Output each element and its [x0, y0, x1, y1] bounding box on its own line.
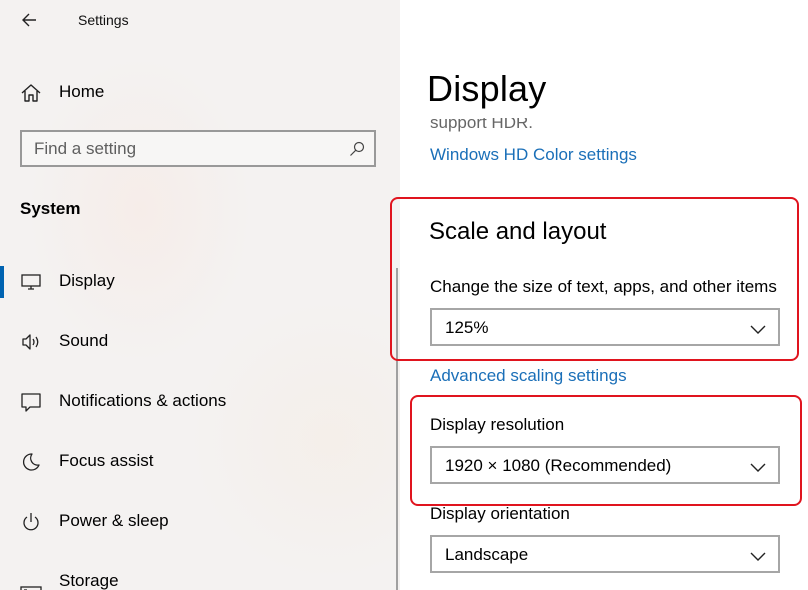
back-button[interactable] — [16, 6, 44, 34]
navigation-pane: Settings Home System Display Sound Notif… — [0, 0, 400, 590]
display-resolution-label: Display resolution — [430, 415, 565, 434]
moon-icon — [20, 451, 42, 473]
sidebar-item-label: Focus assist — [59, 451, 154, 470]
chevron-down-icon — [750, 549, 766, 567]
home-nav-item[interactable]: Home — [0, 72, 380, 112]
section-title: System — [20, 199, 81, 218]
orientation-value: Landscape — [445, 545, 529, 564]
scale-value: 125% — [445, 318, 489, 337]
search-box[interactable] — [20, 130, 376, 167]
sidebar-item-display[interactable]: Display — [0, 260, 380, 304]
resolution-value: 1920 × 1080 (Recommended) — [445, 456, 672, 475]
sidebar-item-label: Storage — [59, 571, 119, 590]
speaker-icon — [20, 331, 42, 353]
orientation-dropdown[interactable]: Landscape — [430, 535, 780, 573]
sidebar-item-label: Display — [59, 271, 115, 290]
sidebar-item-power-sleep[interactable]: Power & sleep — [0, 500, 380, 544]
sidebar-item-notifications[interactable]: Notifications & actions — [0, 380, 380, 424]
display-orientation-label: Display orientation — [430, 504, 570, 523]
sidebar-item-label: Notifications & actions — [59, 391, 227, 410]
scrollbar[interactable] — [396, 268, 398, 590]
sidebar-item-storage[interactable]: Storage — [0, 560, 380, 590]
scale-dropdown[interactable]: 125% — [430, 308, 780, 346]
search-icon[interactable] — [348, 140, 366, 163]
chevron-down-icon — [750, 460, 766, 478]
active-indicator — [0, 266, 4, 298]
sidebar-item-label: Sound — [59, 331, 109, 350]
search-input[interactable] — [34, 138, 334, 160]
window-title: Settings — [78, 12, 129, 28]
home-icon — [20, 82, 42, 109]
sidebar-item-sound[interactable]: Sound — [0, 320, 380, 364]
chevron-down-icon — [750, 322, 766, 340]
sidebar-item-focus-assist[interactable]: Focus assist — [0, 440, 380, 484]
title-bar: Settings — [0, 0, 400, 40]
resolution-dropdown[interactable]: 1920 × 1080 (Recommended) — [430, 446, 780, 484]
page-title: Display — [427, 68, 547, 109]
text-size-label: Change the size of text, apps, and other… — [430, 277, 777, 296]
windows-hd-color-settings-link[interactable]: Windows HD Color settings — [430, 145, 637, 165]
power-icon — [20, 511, 42, 533]
scale-layout-heading: Scale and layout — [429, 218, 607, 245]
notification-icon — [20, 391, 42, 413]
back-arrow-icon — [16, 6, 44, 34]
advanced-scaling-settings-link[interactable]: Advanced scaling settings — [430, 366, 627, 386]
home-label: Home — [59, 82, 105, 101]
storage-icon — [20, 571, 42, 590]
sidebar-item-label: Power & sleep — [59, 511, 169, 530]
monitor-icon — [20, 271, 42, 293]
